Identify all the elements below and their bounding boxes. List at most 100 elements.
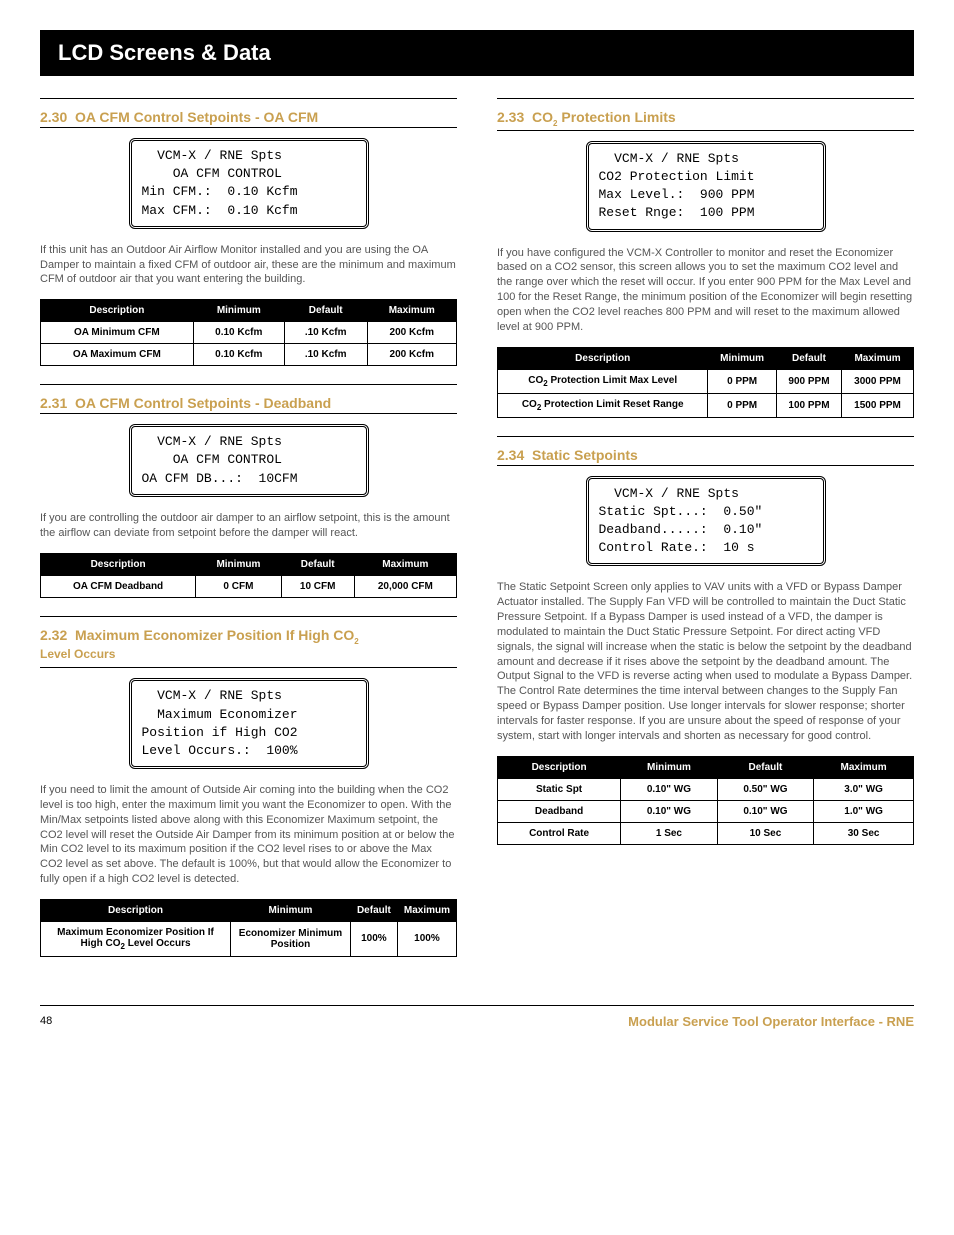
section-number: 2.32 — [40, 627, 67, 643]
th-min: Minimum — [231, 899, 351, 921]
section-body: If you need to limit the amount of Outsi… — [40, 783, 457, 887]
cell: OA CFM Deadband — [41, 575, 196, 597]
table-row: CO2 Protection Limit Max Level 0 PPM 900… — [498, 369, 914, 393]
section-number: 2.34 — [497, 447, 524, 463]
section-body: If this unit has an Outdoor Air Airflow … — [40, 243, 457, 288]
th-max: Maximum — [814, 756, 914, 778]
th-max: Maximum — [354, 553, 456, 575]
section-heading: 2.32 Maximum Economizer Position If High… — [40, 627, 457, 646]
th-min: Minimum — [621, 756, 718, 778]
rule — [40, 127, 457, 128]
cell: Economizer Minimum Position — [231, 921, 351, 956]
section-body: If you have configured the VCM-X Control… — [497, 246, 914, 335]
th-desc: Description — [41, 899, 231, 921]
rule — [40, 616, 457, 617]
th-desc: Description — [498, 347, 708, 369]
rule — [497, 98, 914, 99]
cell: 0.10" WG — [621, 778, 718, 800]
cell: CO2 Protection Limit Max Level — [498, 369, 708, 393]
section-body: If you are controlling the outdoor air d… — [40, 511, 457, 541]
table-row: OA CFM Deadband 0 CFM 10 CFM 20,000 CFM — [41, 575, 457, 597]
spec-table: Description Minimum Default Maximum Stat… — [497, 756, 914, 845]
th-def: Default — [350, 899, 397, 921]
table-row: Maximum Economizer Position If High CO2 … — [41, 921, 457, 956]
th-max: Maximum — [367, 300, 456, 322]
th-def: Default — [717, 756, 814, 778]
cell: 1.0" WG — [814, 800, 914, 822]
section-subtitle: Level Occurs — [40, 647, 457, 661]
lcd-display: VCM-X / RNE Spts OA CFM CONTROL Min CFM.… — [129, 138, 369, 229]
section-title: Maximum Economizer Position If High CO2 — [75, 627, 359, 643]
cell: 10 Sec — [717, 822, 814, 844]
section-title: Static Setpoints — [532, 447, 638, 463]
footer-title: Modular Service Tool Operator Interface … — [628, 1014, 914, 1029]
section-heading: 2.30 OA CFM Control Setpoints - OA CFM — [40, 109, 457, 125]
cell: OA Maximum CFM — [41, 344, 194, 366]
cell: 20,000 CFM — [354, 575, 456, 597]
spec-table: Description Minimum Default Maximum OA M… — [40, 299, 457, 366]
th-desc: Description — [41, 553, 196, 575]
cell: 1 Sec — [621, 822, 718, 844]
th-min: Minimum — [196, 553, 282, 575]
th-min: Minimum — [193, 300, 284, 322]
spec-table: Description Minimum Default Maximum CO2 … — [497, 347, 914, 418]
right-column: 2.33 CO2 Protection Limits VCM-X / RNE S… — [497, 96, 914, 975]
lcd-display: VCM-X / RNE Spts Static Spt...: 0.50" De… — [586, 476, 826, 567]
table-row: OA Maximum CFM 0.10 Kcfm .10 Kcfm 200 Kc… — [41, 344, 457, 366]
th-max: Maximum — [397, 899, 456, 921]
cell: 0 CFM — [196, 575, 282, 597]
cell: .10 Kcfm — [284, 322, 367, 344]
th-desc: Description — [41, 300, 194, 322]
lcd-display: VCM-X / RNE Spts CO2 Protection Limit Ma… — [586, 141, 826, 232]
section-heading: 2.34 Static Setpoints — [497, 447, 914, 463]
cell: 0 PPM — [708, 393, 777, 417]
section-title: OA CFM Control Setpoints - Deadband — [75, 395, 331, 411]
th-def: Default — [281, 553, 354, 575]
cell: 900 PPM — [776, 369, 841, 393]
section-number: 2.31 — [40, 395, 67, 411]
table-row: CO2 Protection Limit Reset Range 0 PPM 1… — [498, 393, 914, 417]
th-min: Minimum — [708, 347, 777, 369]
page-number: 48 — [40, 1015, 52, 1027]
table-row: OA Minimum CFM 0.10 Kcfm .10 Kcfm 200 Kc… — [41, 322, 457, 344]
th-def: Default — [284, 300, 367, 322]
rule — [497, 465, 914, 466]
cell: 100 PPM — [776, 393, 841, 417]
cell: 0.10" WG — [621, 800, 718, 822]
section-heading: 2.33 CO2 Protection Limits — [497, 109, 914, 128]
section-heading: 2.31 OA CFM Control Setpoints - Deadband — [40, 395, 457, 411]
cell: CO2 Protection Limit Reset Range — [498, 393, 708, 417]
section-title: OA CFM Control Setpoints - OA CFM — [75, 109, 318, 125]
table-row: Control Rate 1 Sec 10 Sec 30 Sec — [498, 822, 914, 844]
cell: 3000 PPM — [842, 369, 914, 393]
cell: 0 PPM — [708, 369, 777, 393]
cell: 10 CFM — [281, 575, 354, 597]
spec-table: Description Minimum Default Maximum Maxi… — [40, 899, 457, 957]
cell: 200 Kcfm — [367, 322, 456, 344]
rule — [497, 436, 914, 437]
table-row: Deadband 0.10" WG 0.10" WG 1.0" WG — [498, 800, 914, 822]
rule — [40, 667, 457, 668]
cell: 0.10" WG — [717, 800, 814, 822]
page-footer: 48 Modular Service Tool Operator Interfa… — [40, 1005, 914, 1029]
cell: 0.10 Kcfm — [193, 322, 284, 344]
rule — [40, 98, 457, 99]
section-number: 2.33 — [497, 109, 524, 125]
section-body: The Static Setpoint Screen only applies … — [497, 580, 914, 743]
th-def: Default — [776, 347, 841, 369]
cell: 100% — [397, 921, 456, 956]
table-row: Static Spt 0.10" WG 0.50" WG 3.0" WG — [498, 778, 914, 800]
cell: OA Minimum CFM — [41, 322, 194, 344]
rule — [40, 413, 457, 414]
lcd-display: VCM-X / RNE Spts OA CFM CONTROL OA CFM D… — [129, 424, 369, 497]
cell: 1500 PPM — [842, 393, 914, 417]
section-number: 2.30 — [40, 109, 67, 125]
section-title: CO2 Protection Limits — [532, 109, 676, 125]
cell: 100% — [350, 921, 397, 956]
content-columns: 2.30 OA CFM Control Setpoints - OA CFM V… — [40, 96, 914, 975]
cell: Maximum Economizer Position If High CO2 … — [41, 921, 231, 956]
left-column: 2.30 OA CFM Control Setpoints - OA CFM V… — [40, 96, 457, 975]
cell: Deadband — [498, 800, 621, 822]
rule — [40, 384, 457, 385]
rule — [497, 130, 914, 131]
